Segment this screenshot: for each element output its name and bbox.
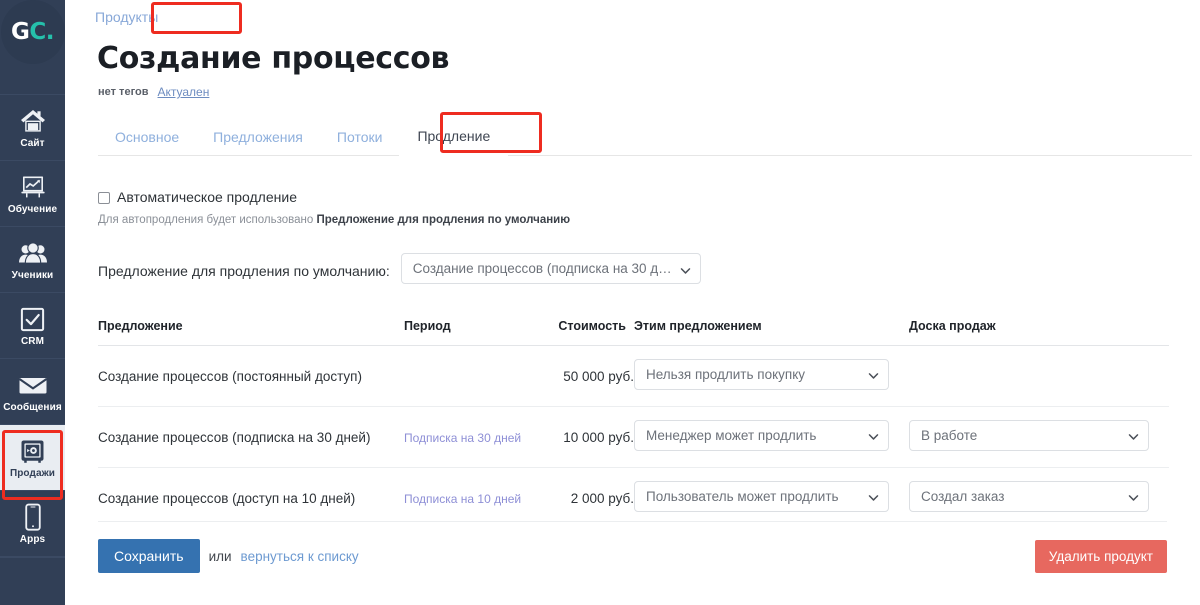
chart-icon (18, 172, 48, 202)
sidebar-item-label: Сообщения (3, 402, 62, 413)
sidebar-item-label: Apps (20, 534, 45, 545)
status-link[interactable]: Актуален (157, 85, 209, 99)
tab-main[interactable]: Основное (98, 120, 196, 156)
offer-period: Подписка на 10 дней (404, 468, 534, 529)
default-offer-select-wrap: Создание процессов (подписка на 30 дней) (401, 253, 701, 289)
app-window: GC. Сайт (0, 0, 1200, 605)
logo-text-g: G (11, 19, 29, 45)
default-offer-row: Предложение для продления по умолчанию: … (98, 253, 1167, 289)
check-icon (18, 304, 48, 334)
offer-name: Создание процессов (доступ на 10 дней) (98, 468, 404, 529)
table-row: Создание процессов (постоянный доступ) 5… (98, 346, 1169, 407)
tab-renewal[interactable]: Продление (399, 118, 508, 156)
home-icon (18, 106, 48, 136)
breadcrumb-link-products[interactable]: Продукты (95, 9, 158, 25)
footer-or-label: или (209, 549, 232, 564)
renewal-form: Автоматическое продление Для автопродлен… (98, 189, 1200, 528)
renewal-select[interactable]: Менеджер может продлить (634, 420, 889, 451)
logo-circle: GC. (1, 0, 65, 64)
column-header-period: Период (404, 319, 534, 346)
sidebar-item-site[interactable]: Сайт (0, 95, 65, 161)
breadcrumb: Продукты (65, 0, 1200, 36)
sidebar-item-label: Ученики (12, 270, 54, 281)
offer-price: 50 000 руб. (534, 346, 634, 407)
safe-icon (18, 436, 48, 466)
save-button[interactable]: Сохранить (98, 539, 200, 573)
sidebar-item-education[interactable]: Обучение (0, 161, 65, 227)
offers-table-head: Предложение Период Стоимость Этим предло… (98, 319, 1169, 346)
auto-renew-hint: Для автопродления будет использовано Пре… (98, 213, 1167, 228)
offer-board-cell: Создал заказ (909, 468, 1169, 529)
offer-period: Подписка на 30 дней (404, 407, 534, 468)
page-meta: нет тегов Актуален (98, 85, 1200, 99)
sidebar-item-label: Обучение (8, 204, 57, 215)
offer-renewal-cell: Нельзя продлить покупку (634, 346, 909, 407)
auto-renew-label: Автоматическое продление (117, 189, 297, 206)
form-footer: Сохранить или вернуться к списку Удалить… (98, 521, 1167, 573)
back-to-list-link[interactable]: вернуться к списку (241, 549, 359, 564)
board-select[interactable]: Создал заказ (909, 481, 1149, 512)
offer-period (404, 346, 534, 407)
offer-renewal-cell: Менеджер может продлить (634, 407, 909, 468)
hint-prefix: Для автопродления будет использовано (98, 214, 316, 226)
users-icon (18, 238, 48, 268)
sidebar-item-label: CRM (21, 336, 44, 347)
offer-price: 2 000 руб. (534, 468, 634, 529)
offer-renewal-cell: Пользователь может продлить (634, 468, 909, 529)
board-select-wrap: В работе (909, 420, 1149, 454)
renewal-select[interactable]: Нельзя продлить покупку (634, 359, 889, 390)
logo-text: GC. (11, 19, 54, 45)
tab-flows[interactable]: Потоки (320, 120, 400, 156)
main-content: Продукты Создание процессов нет тегов Ак… (65, 0, 1200, 605)
offer-price: 10 000 руб. (534, 407, 634, 468)
auto-renew-row: Автоматическое продление (98, 189, 1167, 206)
phone-icon (18, 502, 48, 532)
column-header-offer: Предложение (98, 319, 404, 346)
sidebar-item-apps[interactable]: Apps (0, 491, 65, 557)
footer-left-group: Сохранить или вернуться к списку (98, 539, 359, 573)
envelope-icon (18, 370, 48, 400)
table-row: Создание процессов (доступ на 10 дней) П… (98, 468, 1169, 529)
renewal-select[interactable]: Пользователь может продлить (634, 481, 889, 512)
sidebar-item-label: Сайт (20, 138, 44, 149)
offer-board-cell (909, 346, 1169, 407)
default-offer-select[interactable]: Создание процессов (подписка на 30 дней) (401, 253, 701, 284)
offer-name: Создание процессов (подписка на 30 дней) (98, 407, 404, 468)
board-select-wrap: Создал заказ (909, 481, 1149, 515)
tab-offers[interactable]: Предложения (196, 120, 320, 156)
sidebar-item-students[interactable]: Ученики (0, 227, 65, 293)
tab-bar: Основное Предложения Потоки Продление (98, 118, 1200, 156)
logo[interactable]: GC. (0, 0, 65, 95)
offer-board-cell: В работе (909, 407, 1169, 468)
no-tags-label: нет тегов (98, 86, 148, 98)
period-link[interactable]: Подписка на 10 дней (404, 492, 521, 506)
sidebar-item-sales[interactable]: Продажи (0, 425, 65, 491)
logo-text-c: C. (29, 19, 54, 45)
main-sidebar: GC. Сайт (0, 0, 65, 605)
sidebar-filler (0, 557, 65, 605)
sidebar-item-crm[interactable]: CRM (0, 293, 65, 359)
board-select[interactable]: В работе (909, 420, 1149, 451)
page-title: Создание процессов (97, 41, 1200, 76)
offers-table: Предложение Период Стоимость Этим предло… (98, 319, 1169, 528)
offer-name: Создание процессов (постоянный доступ) (98, 346, 404, 407)
table-row: Создание процессов (подписка на 30 дней)… (98, 407, 1169, 468)
sidebar-item-label: Продажи (10, 468, 55, 479)
renewal-select-wrap: Менеджер может продлить (634, 420, 889, 454)
column-header-price: Стоимость (534, 319, 634, 346)
table-header-row: Предложение Период Стоимость Этим предло… (98, 319, 1169, 346)
renewal-select-wrap: Пользователь может продлить (634, 481, 889, 515)
column-header-renewal: Этим предложением (634, 319, 909, 346)
auto-renew-checkbox[interactable] (98, 192, 110, 204)
sidebar-item-messages[interactable]: Сообщения (0, 359, 65, 425)
hint-bold: Предложение для продления по умолчанию (316, 214, 570, 226)
delete-product-button[interactable]: Удалить продукт (1035, 540, 1167, 573)
offers-table-body: Создание процессов (постоянный доступ) 5… (98, 346, 1169, 529)
default-offer-label: Предложение для продления по умолчанию: (98, 263, 390, 279)
period-link[interactable]: Подписка на 30 дней (404, 431, 521, 445)
renewal-select-wrap: Нельзя продлить покупку (634, 359, 889, 393)
column-header-board: Доска продаж (909, 319, 1169, 346)
